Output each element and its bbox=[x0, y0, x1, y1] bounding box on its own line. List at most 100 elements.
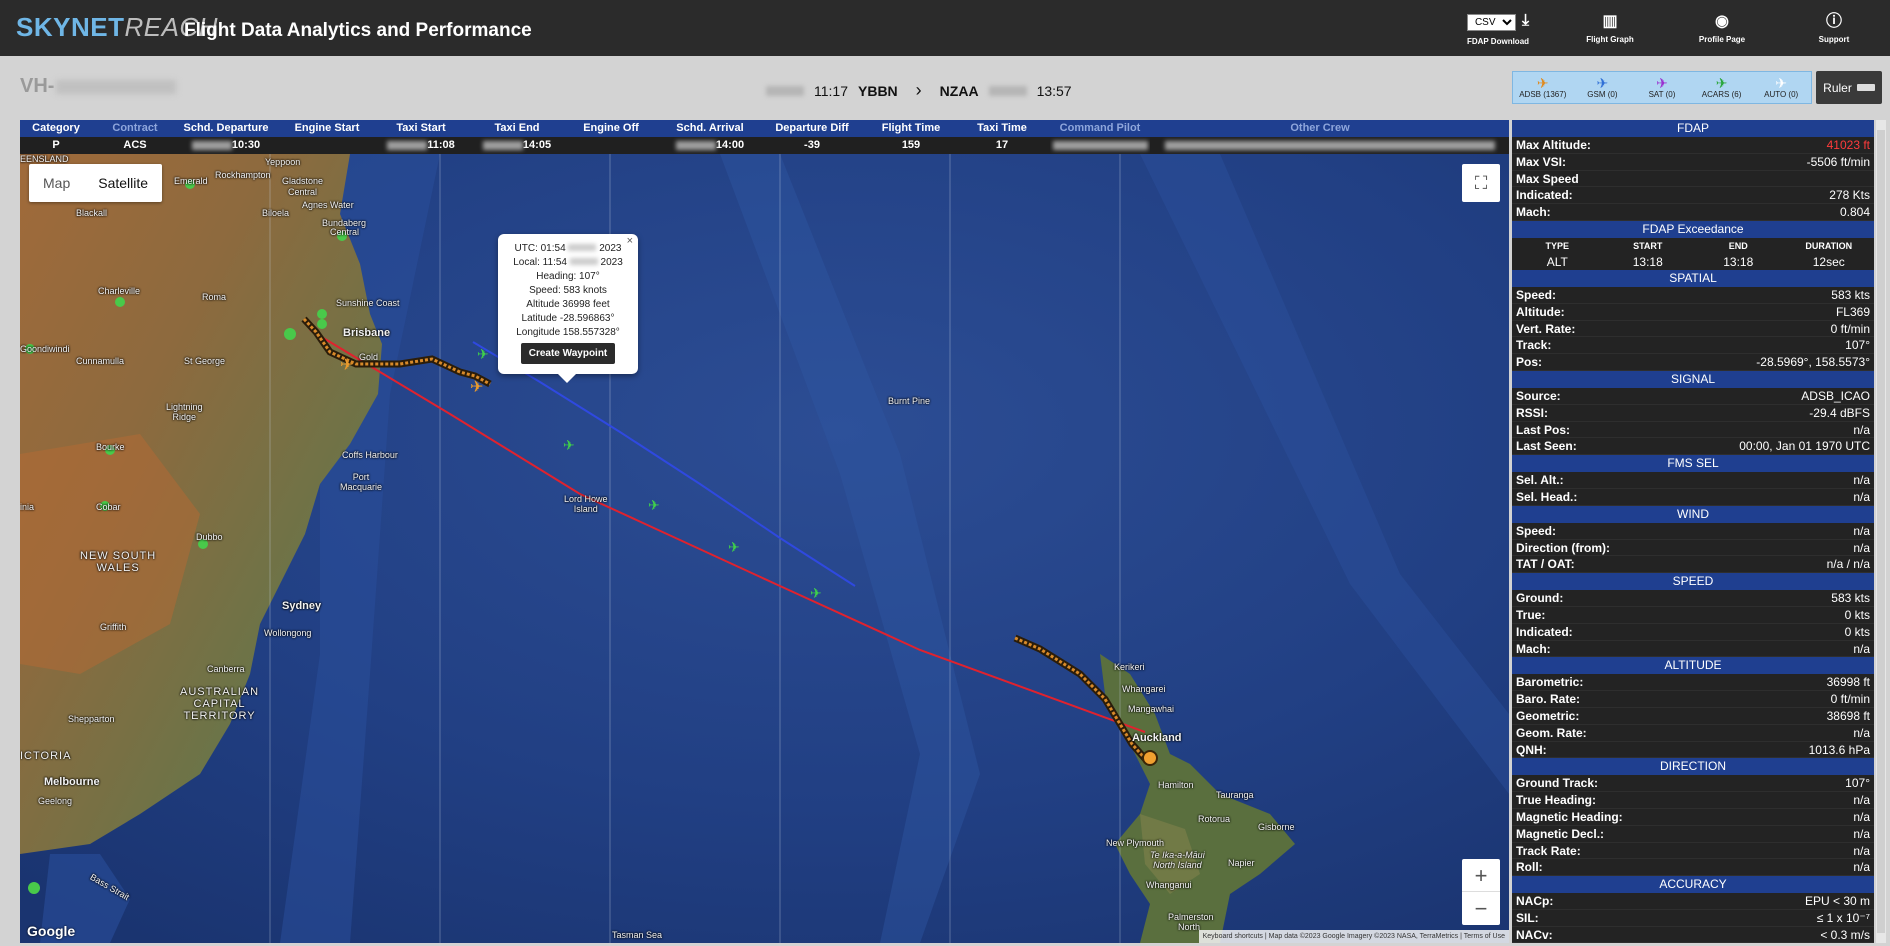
source-sat[interactable]: ✈ SAT (0) bbox=[1632, 72, 1692, 103]
flight-graph-button[interactable]: ▥ Flight Graph bbox=[1554, 0, 1666, 56]
cell-schd-arrival: 14:00 bbox=[660, 137, 760, 154]
auto-plane-icon: ✈ bbox=[1775, 75, 1788, 91]
map-label: North bbox=[1178, 922, 1201, 932]
map-attribution[interactable]: Keyboard shortcuts | Map data ©2023 Goog… bbox=[1198, 930, 1509, 943]
map-label: Whangarei bbox=[1122, 684, 1166, 694]
aircraft-marker[interactable]: ✈ bbox=[340, 355, 353, 374]
map-label: Central bbox=[330, 227, 360, 237]
telemetry-value: n/a bbox=[1853, 860, 1870, 875]
profile-page-button[interactable]: ◉ Profile Page bbox=[1666, 0, 1778, 56]
source-adsb[interactable]: ✈ ADSB (1367) bbox=[1513, 72, 1573, 103]
scrollbar-thumb[interactable] bbox=[1877, 130, 1885, 933]
telemetry-value: FL369 bbox=[1835, 304, 1870, 319]
telemetry-value: n/a bbox=[1853, 422, 1870, 437]
telemetry-value: 1013.6 hPa bbox=[1808, 742, 1870, 757]
fdap-download-button[interactable]: CSV ⤓ FDAP Download bbox=[1442, 0, 1554, 56]
map-label: New Plymouth bbox=[1106, 838, 1165, 848]
cell-taxi-end: 14:05 bbox=[472, 137, 562, 154]
support-button[interactable]: ⓘ Support bbox=[1778, 0, 1890, 56]
map-label: Gisborne bbox=[1258, 822, 1295, 832]
telemetry-value: n/a / n/a bbox=[1826, 557, 1870, 572]
current-aircraft-marker[interactable]: ✈ bbox=[470, 377, 483, 396]
telemetry-key: Indicated: bbox=[1516, 624, 1573, 639]
acars-plane-marker: ✈ bbox=[728, 540, 740, 556]
section-signal: SIGNAL bbox=[1512, 370, 1874, 388]
telemetry-key: Altitude: bbox=[1516, 304, 1565, 319]
close-icon[interactable]: × bbox=[627, 235, 633, 247]
telemetry-panel[interactable]: FDAP Max Altitude: 41023 ft Max VSI: -5506 … bbox=[1512, 120, 1874, 943]
col-contract: Contract bbox=[112, 122, 158, 134]
acars-plane-marker: ✈ bbox=[648, 498, 660, 514]
fdap-row: Max Speed bbox=[1512, 171, 1874, 188]
telemetry-row: Track: 107° bbox=[1512, 337, 1874, 355]
exceedance-col-start: START bbox=[1633, 240, 1663, 251]
map-label: Wollongong bbox=[264, 628, 312, 638]
source-auto[interactable]: ✈ AUTO (0) bbox=[1751, 72, 1811, 103]
telemetry-key: RSSI: bbox=[1516, 405, 1549, 420]
col-schd-arrival: Schd. Arrival bbox=[676, 122, 744, 134]
acars-plane-marker: ✈ bbox=[477, 347, 489, 363]
map-label: AUSTRALIAN CAPITAL TERRITORY bbox=[180, 686, 260, 722]
redacted-date bbox=[766, 85, 804, 96]
telemetry-row: Magnetic Heading: n/a bbox=[1512, 809, 1874, 826]
fullscreen-button[interactable]: ⛶ bbox=[1462, 164, 1500, 202]
table-row: P ACS 10:30 11:08 14:05 14:00 -39 159 17 bbox=[20, 137, 1509, 154]
map-label: Whanganui bbox=[1146, 880, 1192, 890]
flight-map[interactable]: ✈ ✈ ✈ ✈ ✈ ✈ ✈ EENSLAND Yeppoon Rockhampt… bbox=[20, 154, 1509, 943]
telemetry-row: Barometric: 36998 ft bbox=[1512, 674, 1874, 692]
telemetry-row: Pos: -28.5969°, 158.5573° bbox=[1512, 354, 1874, 371]
fdap-row: Max VSI: -5506 ft/min bbox=[1512, 154, 1874, 171]
help-icon: ⓘ bbox=[1825, 13, 1842, 30]
telemetry-key: Geometric: bbox=[1516, 708, 1580, 723]
telemetry-value: 0 ft/min bbox=[1830, 692, 1870, 707]
airport-marker bbox=[28, 882, 40, 894]
map-label: Palmerston bbox=[1168, 912, 1214, 922]
panel-scrollbar[interactable] bbox=[1876, 120, 1886, 943]
telemetry-key: Speed: bbox=[1516, 287, 1557, 302]
fdap-rows: Max Altitude: 41023 ft Max VSI: -5506 ft/mi… bbox=[1512, 137, 1874, 221]
map-label: Brisbane bbox=[343, 327, 391, 339]
telemetry-row: Sel. Head.: n/a bbox=[1512, 489, 1874, 506]
popup-speed: Speed: 583 knots bbox=[529, 285, 607, 296]
map-label: Biloela bbox=[262, 208, 290, 218]
telemetry-row: TAT / OAT: n/a / n/a bbox=[1512, 556, 1874, 574]
departure-time: 11:17 bbox=[814, 82, 848, 99]
map-view-button[interactable]: Map bbox=[29, 164, 84, 202]
map-label: Rotorua bbox=[1198, 814, 1231, 824]
telemetry-key: Roll: bbox=[1516, 860, 1543, 875]
fdap-key: Max Speed bbox=[1516, 171, 1579, 186]
section-fdap-exceedance: FDAP Exceedance bbox=[1512, 220, 1874, 238]
ruler-button[interactable]: Ruler bbox=[1816, 71, 1882, 104]
zoom-in-button[interactable]: + bbox=[1462, 859, 1500, 892]
airport-marker bbox=[317, 319, 327, 329]
format-select[interactable]: CSV bbox=[1466, 13, 1516, 31]
route-summary: 11:17 YBBN › NZAA 13:57 bbox=[766, 80, 1072, 101]
telemetry-key: Last Pos: bbox=[1516, 422, 1571, 437]
popup-altitude: Altitude 36998 feet bbox=[526, 299, 610, 310]
map-label: Canberra bbox=[207, 664, 245, 674]
map-label: St George bbox=[184, 356, 226, 366]
zoom-out-button[interactable]: − bbox=[1462, 892, 1500, 925]
exceedance-end: 13:18 bbox=[1723, 254, 1754, 269]
popup-longitude: Longitude 158.557328° bbox=[516, 327, 620, 338]
source-gsm[interactable]: ✈ GSM (0) bbox=[1573, 72, 1633, 103]
telemetry-value: n/a bbox=[1853, 473, 1870, 488]
popup-latitude: Latitude -28.596863° bbox=[521, 313, 615, 324]
popup-utc: UTC: 01:54 2023 bbox=[514, 243, 622, 254]
exceedance-duration: 12sec bbox=[1812, 254, 1845, 269]
sat-plane-icon: ✈ bbox=[1656, 75, 1668, 91]
telemetry-key: SIL: bbox=[1516, 910, 1539, 925]
exceedance-col-end: END bbox=[1728, 240, 1748, 251]
telemetry-row: SIL: ≤ 1 x 10⁻⁷ bbox=[1512, 910, 1874, 927]
telemetry-value: 0 ft/min bbox=[1830, 321, 1870, 336]
arrival-airport-marker[interactable] bbox=[1142, 750, 1158, 766]
data-source-filter: ✈ ADSB (1367) ✈ GSM (0) ✈ SAT (0) ✈ ACARS (6… bbox=[1512, 71, 1812, 104]
exceedance-row[interactable]: ALT 13:18 13:18 12sec bbox=[1512, 254, 1874, 270]
satellite-view-button[interactable]: Satellite bbox=[84, 164, 162, 202]
cell-departure-diff: -39 bbox=[804, 139, 820, 151]
google-logo: Google bbox=[27, 923, 76, 939]
telemetry-row: Mach: n/a bbox=[1512, 641, 1874, 658]
create-waypoint-button[interactable]: Create Waypoint bbox=[520, 343, 616, 364]
source-acars[interactable]: ✈ ACARS (6) bbox=[1692, 72, 1752, 103]
redacted-date bbox=[191, 140, 232, 150]
